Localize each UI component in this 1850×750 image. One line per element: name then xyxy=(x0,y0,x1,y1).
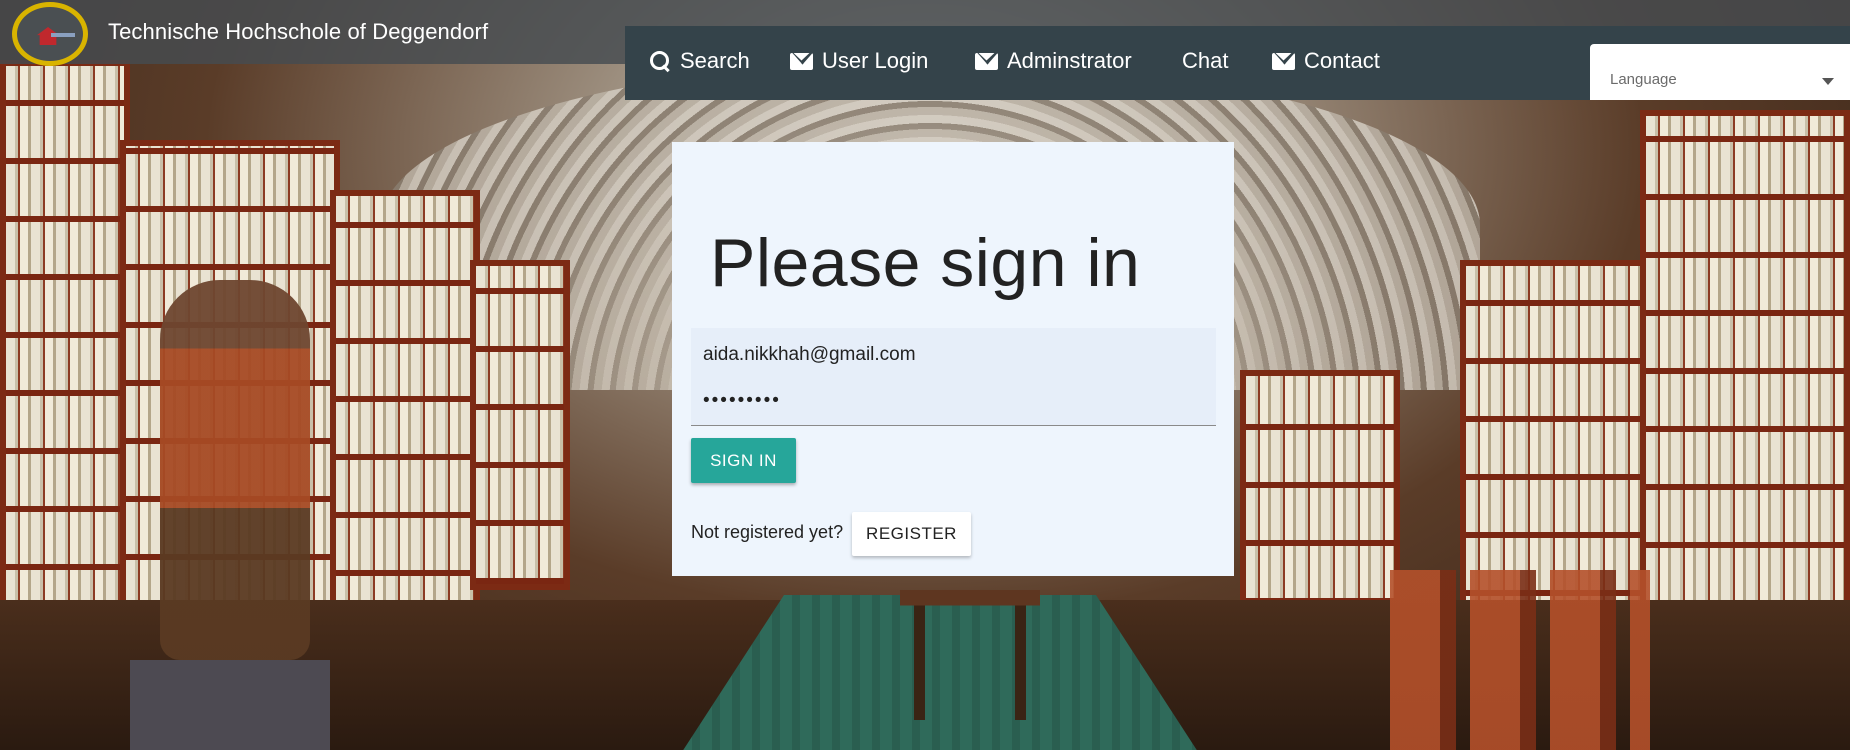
nav-item-user-login[interactable]: User Login xyxy=(790,48,928,74)
not-registered-text: Not registered yet? xyxy=(691,522,844,542)
nav-item-label: Contact xyxy=(1304,48,1380,73)
search-icon xyxy=(649,50,671,72)
credentials-field-group xyxy=(691,328,1216,426)
signin-title: Please sign in xyxy=(710,225,1141,301)
nav-item-search[interactable]: Search xyxy=(649,48,750,74)
signin-card: Please sign in SIGN IN Not registered ye… xyxy=(672,142,1234,576)
email-field[interactable] xyxy=(703,344,1203,366)
statue-pedestal xyxy=(130,660,330,750)
site-title[interactable]: Technische Hochschole of Deggendorf xyxy=(108,19,488,45)
nav-item-label: Search xyxy=(680,48,750,73)
password-field[interactable] xyxy=(703,390,1203,412)
nav-item-label: Chat xyxy=(1182,48,1229,73)
logo-wordmark xyxy=(51,33,75,37)
signin-button[interactable]: SIGN IN xyxy=(691,438,796,483)
statue xyxy=(160,280,310,660)
bookshelf-left-3 xyxy=(330,190,480,640)
envelope-icon xyxy=(975,52,998,70)
bookshelf-right-3 xyxy=(1640,110,1850,670)
chairs xyxy=(1390,570,1650,750)
language-select-placeholder: Language xyxy=(1610,71,1677,88)
envelope-icon xyxy=(790,52,813,70)
nav-item-contact[interactable]: Contact xyxy=(1272,48,1380,74)
university-logo-icon[interactable] xyxy=(12,2,88,66)
caret-down-icon[interactable] xyxy=(1822,78,1834,85)
nav-item-label: User Login xyxy=(822,48,929,73)
nav-item-administrator[interactable]: Adminstrator xyxy=(975,48,1132,74)
register-button[interactable]: REGISTER xyxy=(852,512,971,556)
center-table xyxy=(900,590,1040,720)
nav-item-label: Adminstrator xyxy=(1007,48,1132,73)
bookshelf-right-1 xyxy=(1240,370,1400,610)
nav-item-chat[interactable]: Chat xyxy=(1182,48,1228,74)
language-select[interactable]: Language xyxy=(1590,44,1850,100)
envelope-icon xyxy=(1272,52,1295,70)
bookshelf-left-4 xyxy=(470,260,570,590)
